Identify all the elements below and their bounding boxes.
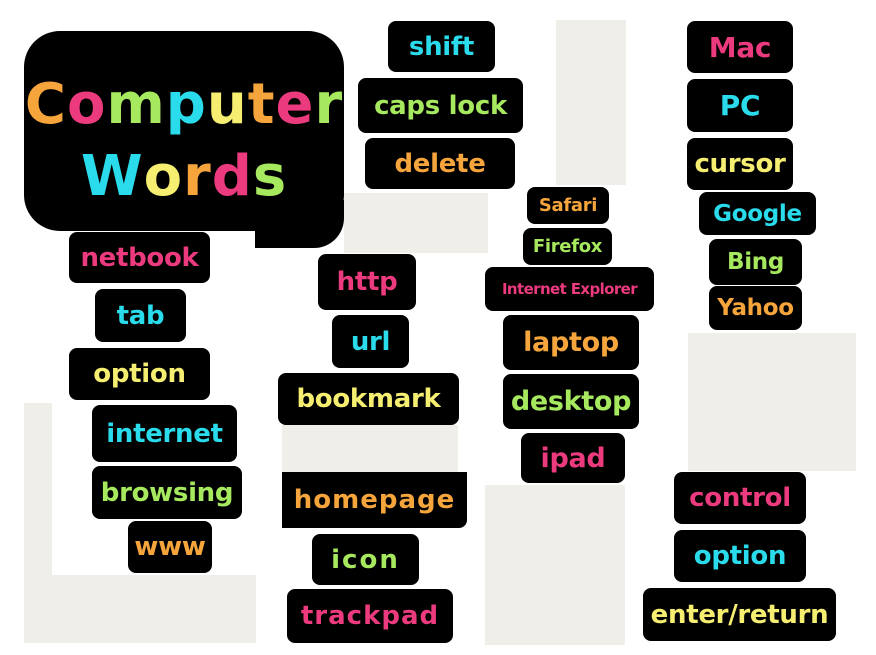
word-label: laptop	[523, 327, 619, 358]
title-letter: s	[252, 144, 288, 209]
word-label: control	[689, 483, 791, 513]
word-label: desktop	[510, 386, 632, 417]
title-letter: p	[165, 72, 207, 137]
word-label: tab	[116, 300, 165, 331]
word-tile-control: control	[674, 472, 806, 524]
title-letter: t	[247, 72, 276, 137]
background-panel	[688, 333, 856, 471]
word-label: internet	[106, 418, 223, 449]
title-letter: W	[80, 144, 144, 209]
word-label: Mac	[708, 30, 772, 64]
word-tile-internet: internet	[92, 405, 237, 462]
title-letter: r	[314, 72, 344, 137]
word-label: cursor	[694, 149, 786, 179]
title-line-words: Words	[24, 144, 344, 209]
word-label: option	[93, 359, 186, 389]
background-panel	[556, 20, 626, 185]
word-label: Firefox	[532, 236, 603, 257]
word-label: url	[350, 326, 391, 357]
word-label: Safari	[538, 195, 598, 216]
word-label: http	[336, 267, 398, 297]
word-label: homepage	[293, 485, 456, 515]
title-letter: r	[183, 144, 212, 209]
word-label: trackpad	[300, 601, 440, 631]
word-label: Google	[713, 200, 802, 227]
word-tile-yahoo: Yahoo	[709, 286, 802, 330]
word-label: www	[134, 532, 206, 562]
word-tile-netbook: netbook	[69, 232, 210, 283]
word-label: netbook	[80, 242, 199, 273]
word-tile-internet-explorer: Internet Explorer	[485, 267, 654, 311]
title-letter: o	[66, 72, 107, 137]
title-letter: o	[143, 144, 184, 209]
background-panel	[24, 575, 256, 643]
word-tile-shift: shift	[388, 21, 495, 72]
word-tile-safari: Safari	[527, 187, 609, 224]
background-panel	[344, 193, 488, 253]
word-tile-option-right: option	[674, 530, 806, 582]
title-letter: m	[106, 72, 166, 137]
background-panel	[282, 425, 458, 473]
word-label: bookmark	[296, 384, 441, 414]
word-tile-ipad: ipad	[521, 433, 625, 483]
word-tile-firefox: Firefox	[523, 228, 612, 265]
word-tile-google: Google	[699, 192, 816, 235]
title-letter: C	[24, 72, 67, 137]
word-tile-bookmark: bookmark	[278, 373, 459, 425]
word-tile-delete: delete	[365, 138, 515, 189]
word-label: Internet Explorer	[501, 280, 638, 298]
word-label: ipad	[540, 442, 606, 474]
word-label: shift	[408, 31, 475, 62]
word-label: delete	[394, 148, 486, 179]
title-line-computer: Computer	[24, 72, 344, 137]
word-tile-cursor: cursor	[687, 138, 793, 190]
word-label: caps lock	[374, 90, 507, 121]
title-letter: e	[275, 72, 315, 137]
word-tile-url: url	[332, 315, 409, 368]
word-label: option	[693, 541, 787, 571]
word-tile-browsing: browsing	[92, 466, 242, 519]
word-tile-pc: PC	[687, 79, 793, 132]
word-label: Bing	[726, 249, 785, 275]
word-tile-desktop: desktop	[503, 374, 639, 429]
word-tile-laptop: laptop	[503, 315, 639, 370]
word-tile-tab: tab	[95, 289, 186, 342]
word-tile-http: http	[318, 254, 416, 310]
word-label: icon	[331, 544, 400, 575]
word-tile-caps-lock: caps lock	[358, 78, 523, 133]
word-tile-mac: Mac	[687, 21, 793, 73]
word-tile-option-left: option	[69, 348, 210, 400]
word-tile-enter-return: enter/return	[643, 588, 836, 641]
word-tile-trackpad: trackpad	[287, 589, 453, 643]
word-label: browsing	[100, 477, 234, 508]
word-label: PC	[719, 89, 761, 122]
word-label: Yahoo	[717, 295, 794, 321]
background-panel	[485, 485, 625, 645]
word-tile-icon: icon	[312, 534, 419, 585]
title-letter: u	[206, 72, 248, 137]
word-tile-www: www	[128, 521, 212, 573]
title-letter: d	[211, 144, 253, 209]
word-tile-bing: Bing	[709, 239, 802, 285]
word-label: enter/return	[650, 599, 829, 630]
word-tile-homepage: homepage	[282, 472, 467, 528]
